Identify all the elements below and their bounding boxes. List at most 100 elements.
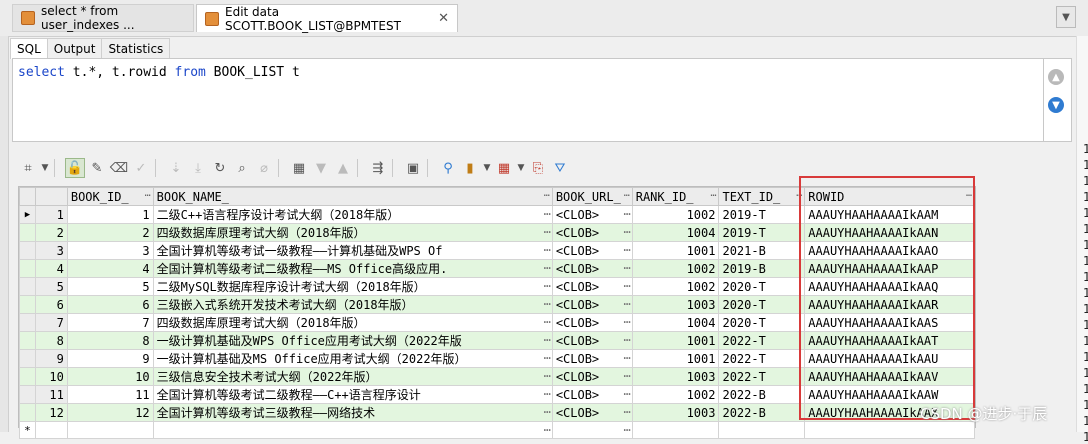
cell-book-name[interactable]: 全国计算机等级考试二级教程——C++语言程序设计… bbox=[152, 385, 553, 404]
cell-rank-id[interactable]: 1002 bbox=[631, 205, 720, 224]
find-icon[interactable]: ⌕ bbox=[232, 158, 252, 178]
cell-book-name[interactable]: … bbox=[152, 421, 553, 439]
cell-book-id[interactable]: 3 bbox=[66, 241, 154, 260]
cell-editor-button[interactable]: … bbox=[623, 423, 630, 435]
cell-book-url[interactable]: <CLOB>… bbox=[551, 205, 633, 224]
cell-text-id[interactable]: 2021-B bbox=[718, 241, 806, 260]
cell-editor-button[interactable]: … bbox=[623, 279, 630, 291]
cell-editor-button[interactable]: … bbox=[544, 423, 551, 435]
cell-rank-id[interactable]: 1002 bbox=[631, 385, 720, 404]
cell-book-id[interactable]: 9 bbox=[66, 349, 154, 368]
cell-text-id[interactable]: 2020-T bbox=[718, 313, 806, 332]
cell-text-id[interactable] bbox=[718, 421, 806, 439]
cell-book-name[interactable]: 四级数据库原理考试大纲（2018年版）… bbox=[152, 313, 553, 332]
cell-book-url[interactable]: <CLOB>… bbox=[551, 241, 633, 260]
cell-editor-button[interactable]: … bbox=[623, 297, 630, 309]
link-icon[interactable]: ⚲ bbox=[438, 158, 458, 178]
column-header-text-id[interactable]: TEXT_ID_… bbox=[718, 187, 806, 206]
cell-book-id[interactable]: 11 bbox=[66, 385, 154, 404]
chevron-down-icon[interactable]: ▼ bbox=[482, 158, 492, 178]
cell-rank-id[interactable]: 1003 bbox=[631, 295, 720, 314]
cell-book-url[interactable]: <CLOB>… bbox=[551, 349, 633, 368]
cell-book-url[interactable]: <CLOB>… bbox=[551, 223, 633, 242]
cell-editor-button[interactable]: … bbox=[623, 333, 630, 345]
cell-book-url[interactable]: <CLOB>… bbox=[551, 385, 633, 404]
column-header-book-name[interactable]: BOOK_NAME_… bbox=[152, 187, 553, 206]
chevron-down-icon[interactable]: ▼ bbox=[40, 158, 50, 178]
cell-text-id[interactable]: 2022-T bbox=[718, 367, 806, 386]
cell-editor-button[interactable]: … bbox=[623, 207, 630, 219]
cell-editor-button[interactable]: … bbox=[623, 369, 630, 381]
chevron-down-icon[interactable]: ▼ bbox=[311, 158, 331, 178]
cell-rank-id[interactable]: 1004 bbox=[631, 223, 720, 242]
cell-text-id[interactable]: 2020-T bbox=[718, 277, 806, 296]
cell-editor-button[interactable]: … bbox=[544, 369, 551, 381]
cell-book-name[interactable]: 二级C++语言程序设计考试大纲（2018年版）… bbox=[152, 205, 553, 224]
cell-book-url[interactable]: <CLOB>… bbox=[551, 403, 633, 422]
cell-editor-button[interactable]: … bbox=[623, 225, 630, 237]
cell-book-name[interactable]: 二级MySQL数据库程序设计考试大纲（2018年版）… bbox=[152, 277, 553, 296]
cell-book-name[interactable]: 全国计算机等级考试一级教程——计算机基础及WPS Of… bbox=[152, 241, 553, 260]
cell-editor-button[interactable]: … bbox=[623, 315, 630, 327]
cell-editor-button[interactable]: … bbox=[623, 387, 630, 399]
cell-book-id[interactable]: 2 bbox=[66, 223, 154, 242]
table-view-icon[interactable]: ▦ bbox=[494, 158, 514, 178]
export-query-icon[interactable]: ⎘ bbox=[528, 158, 548, 178]
delete-record-icon[interactable]: ⌫ bbox=[109, 158, 129, 178]
cell-book-id[interactable]: 7 bbox=[66, 313, 154, 332]
close-icon[interactable]: ✕ bbox=[438, 11, 449, 26]
cell-book-url[interactable]: <CLOB>… bbox=[551, 277, 633, 296]
chart-icon[interactable]: ▮ bbox=[460, 158, 480, 178]
chevron-down-icon[interactable]: ▼ bbox=[516, 158, 526, 178]
tab-edit-data-book-list[interactable]: Edit data SCOTT.BOOK_LIST@BPMTEST ✕ bbox=[196, 4, 458, 33]
cell-editor-button[interactable]: … bbox=[544, 351, 551, 363]
column-header-book-id[interactable]: BOOK_ID_… bbox=[66, 187, 154, 206]
tab-user-indexes-query[interactable]: select * from user_indexes ... bbox=[12, 4, 194, 32]
cell-editor-button[interactable]: … bbox=[544, 225, 551, 237]
chevron-up-icon[interactable]: ▲ bbox=[333, 158, 353, 178]
cell-book-id[interactable]: 1 bbox=[66, 205, 154, 224]
clear-icon[interactable]: ⌀ bbox=[254, 158, 274, 178]
cell-text-id[interactable]: 2022-B bbox=[718, 403, 806, 422]
column-header-book-url[interactable]: BOOK_URL_… bbox=[551, 187, 633, 206]
cell-book-name[interactable]: 全国计算机等级考试二级教程——MS Office高级应用.… bbox=[152, 259, 553, 278]
cell-rank-id[interactable]: 1003 bbox=[631, 403, 720, 422]
tab-sql[interactable]: SQL bbox=[10, 38, 48, 59]
last-record-icon[interactable]: ⤓ bbox=[188, 158, 208, 178]
tab-statistics[interactable]: Statistics bbox=[101, 38, 171, 59]
cell-book-url[interactable]: <CLOB>… bbox=[551, 295, 633, 314]
cell-editor-button[interactable]: … bbox=[544, 261, 551, 273]
cell-text-id[interactable]: 2019-T bbox=[718, 223, 806, 242]
grid-options-icon[interactable]: ⌗ bbox=[18, 158, 38, 178]
cell-text-id[interactable]: 2022-T bbox=[718, 331, 806, 350]
cell-editor-button[interactable]: … bbox=[544, 405, 551, 417]
cell-editor-button[interactable]: … bbox=[544, 387, 551, 399]
save-icon[interactable]: ▣ bbox=[403, 158, 423, 178]
chevron-down-icon[interactable]: ▼ bbox=[1056, 6, 1076, 28]
cell-book-name[interactable]: 四级数据库原理考试大纲（2018年版）… bbox=[152, 223, 553, 242]
cell-book-id[interactable]: 12 bbox=[66, 403, 154, 422]
cell-rank-id[interactable]: 1001 bbox=[631, 349, 720, 368]
cell-book-id[interactable]: 4 bbox=[66, 259, 154, 278]
cell-book-name[interactable]: 全国计算机等级考试三级教程——网络技术… bbox=[152, 403, 553, 422]
cell-rank-id[interactable]: 1003 bbox=[631, 367, 720, 386]
unlock-icon[interactable]: 🔓 bbox=[65, 158, 85, 178]
cell-editor-button[interactable]: … bbox=[544, 297, 551, 309]
cell-book-url[interactable]: … bbox=[551, 421, 633, 439]
cell-rank-id[interactable]: 1002 bbox=[631, 259, 720, 278]
cell-rowid[interactable] bbox=[804, 421, 975, 439]
cell-editor-button[interactable]: … bbox=[544, 279, 551, 291]
tab-output[interactable]: Output bbox=[46, 38, 103, 59]
row-number[interactable] bbox=[34, 421, 68, 439]
cell-editor-button[interactable]: … bbox=[544, 243, 551, 255]
arrow-up-icon[interactable]: ▲ bbox=[1048, 69, 1064, 85]
arrow-down-icon[interactable]: ▼ bbox=[1048, 97, 1064, 113]
cell-book-url[interactable]: <CLOB>… bbox=[551, 331, 633, 350]
cell-book-id[interactable]: 8 bbox=[66, 331, 154, 350]
cell-book-id[interactable]: 6 bbox=[66, 295, 154, 314]
export-icon[interactable]: ⇶ bbox=[368, 158, 388, 178]
cell-editor-button[interactable]: … bbox=[623, 351, 630, 363]
cell-book-url[interactable]: <CLOB>… bbox=[551, 313, 633, 332]
cell-editor-button[interactable]: … bbox=[544, 315, 551, 327]
cell-rank-id[interactable]: 1001 bbox=[631, 331, 720, 350]
